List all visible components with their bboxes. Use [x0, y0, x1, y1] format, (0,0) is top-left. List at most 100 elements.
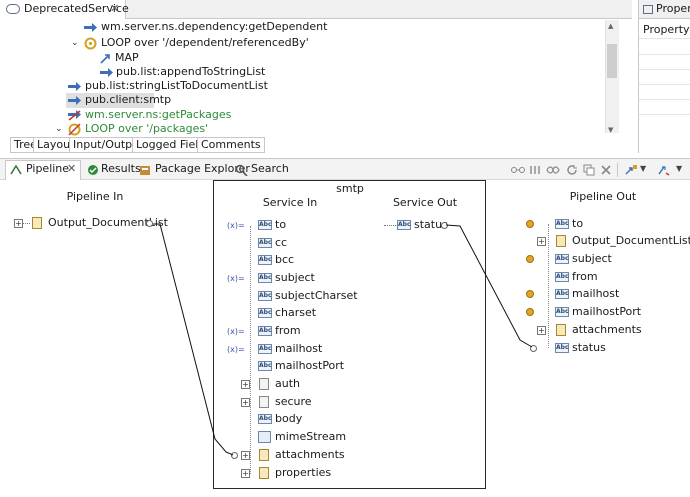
loop-disabled-icon	[68, 123, 81, 136]
service-in-field-mime-stream[interactable]: mimeStream	[226, 430, 356, 445]
editor-tab-deprecated-service[interactable]: DeprecatedService ✕	[0, 0, 129, 19]
service-in-field-bcc[interactable]: Abc bcc	[226, 253, 356, 268]
tree-connector	[23, 223, 30, 224]
field-label: from	[572, 270, 598, 283]
tab-comments[interactable]: Comments	[197, 137, 265, 153]
tree-row[interactable]: ⌄ LOOP over '/packages'	[0, 122, 604, 137]
dropdown-arrow-icon[interactable]: ▼	[640, 162, 646, 176]
field-label: subject	[572, 252, 612, 265]
pipeline-in-item[interactable]: + Output_DocumentList	[14, 216, 168, 231]
document-icon	[259, 378, 269, 390]
divider	[639, 114, 690, 115]
tree-item-label: wm.server.ns.dependency:getDependent	[101, 20, 328, 33]
tree-item-label: wm.server.ns:getPackages	[85, 108, 232, 121]
pipeline-out-field-mailhost-port[interactable]: Abc mailhostPort	[522, 305, 682, 320]
chevron-down-icon[interactable]: ⌄	[71, 36, 79, 50]
pipeline-out-field-mailhost[interactable]: Abc mailhost	[522, 287, 682, 302]
field-label: auth	[275, 377, 300, 390]
tree-row[interactable]: wm.server.ns:getPackages	[0, 108, 604, 123]
tree-row[interactable]: pub.list:stringListToDocumentList	[0, 79, 604, 94]
link-handle[interactable]	[146, 220, 153, 227]
properties-tab[interactable]: Properti	[639, 0, 690, 19]
service-in-field-attachments[interactable]: + attachments	[226, 448, 356, 463]
field-label: subjectCharset	[275, 289, 358, 302]
field-label: properties	[275, 466, 332, 479]
service-in-field-mailhost[interactable]: (x)= Abc mailhost	[226, 342, 356, 357]
chevron-down-icon[interactable]: ⌄	[55, 122, 63, 136]
divider	[639, 38, 690, 39]
expand-icon[interactable]: +	[241, 398, 250, 407]
pipeline-options-icon[interactable]	[657, 164, 670, 176]
service-in-field-subject-charset[interactable]: Abc subjectCharset	[226, 289, 358, 304]
pipeline-out-field-output-document-list[interactable]: + Output_DocumentList	[522, 234, 690, 249]
service-in-field-subject[interactable]: (x)= Abc subject	[226, 271, 356, 286]
string-field-icon: Abc	[258, 414, 272, 424]
service-in-field-properties[interactable]: + properties	[226, 466, 356, 481]
field-label: mailhostPort	[572, 305, 642, 318]
service-title: smtp	[336, 182, 364, 195]
service-in-field-body[interactable]: Abc body	[226, 412, 356, 427]
link-handle[interactable]	[530, 345, 537, 352]
pipeline-out-field-attachments[interactable]: + attachments	[522, 323, 682, 338]
pipeline-out-field-to[interactable]: Abc to	[522, 217, 682, 232]
field-label: subject	[275, 271, 315, 284]
expand-icon[interactable]: +	[241, 469, 250, 478]
tree-row[interactable]: ⌄ LOOP over '/dependent/referencedBy'	[0, 36, 604, 51]
service-in-field-from[interactable]: (x)= Abc from	[226, 324, 356, 339]
insert-icon[interactable]	[624, 164, 638, 176]
service-in-field-cc[interactable]: Abc cc	[226, 236, 356, 251]
infinity-icon[interactable]	[546, 164, 560, 176]
refresh-icon[interactable]	[566, 164, 578, 176]
field-label: attachments	[572, 323, 642, 336]
service-in-field-charset[interactable]: Abc charset	[226, 306, 356, 321]
close-icon[interactable]: ✕	[110, 2, 119, 16]
divider	[639, 84, 690, 85]
link-icon[interactable]	[510, 164, 526, 176]
document-icon	[259, 396, 269, 408]
tree-row[interactable]: wm.server.ns.dependency:getDependent	[0, 20, 604, 35]
scrollbar-thumb[interactable]	[607, 44, 617, 78]
pipeline-variable-icon	[526, 220, 534, 228]
service-out-field-status[interactable]: Abc status	[384, 218, 464, 233]
expand-icon[interactable]: +	[241, 451, 250, 460]
delete-icon[interactable]	[600, 164, 612, 176]
pipeline-variable-icon	[526, 255, 534, 263]
expand-icon[interactable]: +	[537, 237, 546, 246]
scroll-up-icon[interactable]: ▲	[608, 19, 613, 33]
tree-row-selected[interactable]: pub.client:smtp	[66, 93, 171, 108]
tree-row[interactable]: pub.list:appendToStringList	[0, 65, 604, 80]
copy-icon[interactable]	[583, 164, 595, 176]
dropdown-arrow-icon[interactable]: ▼	[676, 162, 682, 176]
tree-item-label: LOOP over '/packages'	[85, 122, 209, 135]
link-handle[interactable]	[441, 222, 448, 229]
document-list-icon	[556, 324, 566, 336]
scroll-down-icon[interactable]: ▼	[608, 123, 613, 137]
required-marker-icon: (x)=	[227, 345, 245, 354]
close-icon[interactable]: ✕	[67, 162, 76, 176]
tree-row[interactable]: MAP	[0, 51, 604, 66]
service-in-field-to[interactable]: (x)= Abc to	[226, 218, 356, 233]
service-in-field-secure[interactable]: + secure	[226, 395, 356, 410]
link-handle[interactable]	[231, 452, 238, 459]
pipeline-icon	[10, 164, 22, 175]
pipeline-out-field-from[interactable]: Abc from	[522, 270, 682, 285]
expand-icon[interactable]: +	[14, 219, 23, 228]
service-in-field-mailhost-port[interactable]: Abc mailhostPort	[226, 359, 356, 374]
pipeline-out-field-status[interactable]: Abc status	[522, 341, 682, 356]
service-in-field-auth[interactable]: + auth	[226, 377, 356, 392]
field-label: secure	[275, 395, 312, 408]
divider	[639, 99, 690, 100]
map-indices-icon[interactable]	[529, 164, 543, 176]
field-label: mailhost	[572, 287, 620, 300]
tab-results[interactable]: Results	[101, 161, 141, 178]
expand-icon[interactable]: +	[241, 380, 250, 389]
invoke-arrow-icon	[100, 68, 113, 77]
properties-tab-title: Properti	[656, 2, 690, 15]
expand-icon[interactable]: +	[537, 326, 546, 335]
tree-item-label: pub.client:smtp	[85, 93, 172, 106]
tab-search[interactable]: Search	[251, 161, 289, 178]
service-icon	[6, 4, 20, 14]
pipeline-out-field-subject[interactable]: Abc subject	[522, 252, 682, 267]
tree-item-label: MAP	[115, 51, 139, 64]
field-label: charset	[275, 306, 317, 319]
